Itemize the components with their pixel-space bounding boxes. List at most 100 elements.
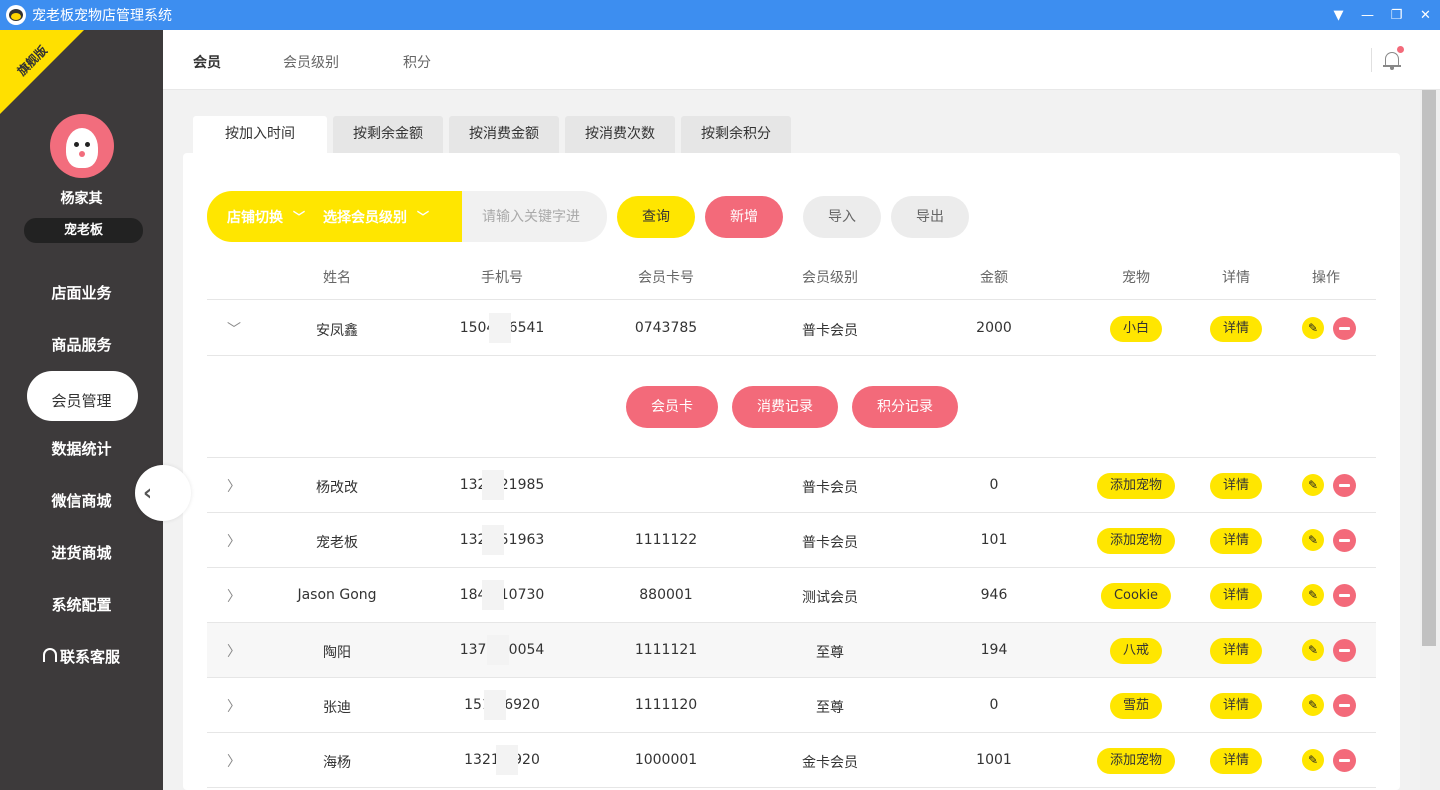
sidebar-item-store-business[interactable]: 店面业务 <box>0 266 163 318</box>
row-expanded-panel: 会员卡 消费记录 积分记录 <box>207 356 1376 458</box>
masked-digits <box>496 745 518 775</box>
store-switch-select[interactable]: 店铺切换 ﹀ <box>227 207 305 227</box>
sidebar-item-statistics[interactable]: 数据统计 <box>0 422 163 474</box>
points-record-button[interactable]: 积分记录 <box>852 386 958 428</box>
import-button[interactable]: 导入 <box>803 196 881 238</box>
delete-icon[interactable] <box>1333 694 1356 717</box>
app-logo-icon <box>6 5 26 25</box>
delete-icon[interactable] <box>1333 584 1356 607</box>
delete-icon[interactable] <box>1333 749 1356 772</box>
table-row[interactable]: 〉 杨改改 132 321985 普卡会员 0 添加宠物 详情 ✎ <box>207 458 1376 513</box>
detail-button[interactable]: 详情 <box>1209 583 1263 609</box>
sidebar-item-customer-service[interactable]: 联系客服 <box>0 630 163 682</box>
col-pet: 宠物 <box>1122 270 1150 286</box>
chevron-right-icon[interactable]: 〉 <box>227 696 241 716</box>
delete-icon[interactable] <box>1333 474 1356 497</box>
add-pet-button[interactable]: 添加宠物 <box>1096 748 1176 774</box>
scrollbar-thumb[interactable] <box>1422 90 1436 646</box>
sort-tab-remaining-balance[interactable]: 按剩余金额 <box>333 116 443 153</box>
chevron-down-icon: ﹀ <box>417 210 430 224</box>
chevron-right-icon[interactable]: 〉 <box>227 586 241 606</box>
table-row[interactable]: 〉 海杨 1321 1920 1000001 金卡会员 1001 添加宠物 详情… <box>207 733 1376 788</box>
detail-button[interactable]: 详情 <box>1209 748 1263 774</box>
sort-tabs: 按加入时间 按剩余金额 按消费金额 按消费次数 按剩余积分 <box>193 116 797 153</box>
filter-bar: 店铺切换 ﹀ 选择会员级别 ﹀ <box>207 191 607 242</box>
table-row[interactable]: ﹀ 安凤鑫 1504 96541 0743785 普卡会员 2000 小白 详情… <box>207 301 1376 356</box>
member-card-button[interactable]: 会员卡 <box>626 386 718 428</box>
filter-selects: 店铺切换 ﹀ 选择会员级别 ﹀ <box>207 191 462 242</box>
sidebar-item-purchase-mall[interactable]: 进货商城 <box>0 526 163 578</box>
masked-digits <box>489 313 511 343</box>
consumption-record-button[interactable]: 消费记录 <box>732 386 838 428</box>
col-actions: 操作 <box>1312 270 1340 286</box>
tab-member[interactable]: 会员 <box>193 52 221 72</box>
delete-icon[interactable] <box>1333 317 1356 340</box>
pencil-icon[interactable]: ✎ <box>1302 749 1324 771</box>
tab-points[interactable]: 积分 <box>403 52 431 72</box>
tab-member-level[interactable]: 会员级别 <box>283 52 339 72</box>
sidebar-item-member-management[interactable]: 会员管理 <box>0 370 163 422</box>
table-row[interactable]: 〉 陶阳 1378 00054 1111121 至尊 194 八戒 详情 ✎ <box>207 623 1376 678</box>
pet-button[interactable]: 八戒 <box>1109 638 1163 664</box>
chevron-right-icon[interactable]: 〉 <box>227 531 241 551</box>
chevron-down-icon: ﹀ <box>293 210 306 224</box>
username: 杨家其 <box>60 191 103 207</box>
detail-button[interactable]: 详情 <box>1209 638 1263 664</box>
sidebar-collapse-button[interactable]: ‹ <box>135 465 191 521</box>
sidebar-item-system-config[interactable]: 系统配置 <box>0 578 163 630</box>
member-level-select[interactable]: 选择会员级别 ﹀ <box>323 207 429 227</box>
sidebar-item-goods-services[interactable]: 商品服务 <box>0 318 163 370</box>
minimize-icon[interactable]: — <box>1353 0 1382 30</box>
chevron-right-icon[interactable]: 〉 <box>227 751 241 771</box>
pencil-icon[interactable]: ✎ <box>1302 694 1324 716</box>
sort-tab-spending-amount[interactable]: 按消费金额 <box>449 116 559 153</box>
pencil-icon[interactable]: ✎ <box>1302 584 1324 606</box>
masked-digits <box>482 580 504 610</box>
table-header: 姓名 手机号 会员卡号 会员级别 金额 宠物 详情 操作 <box>207 252 1376 300</box>
pencil-icon[interactable]: ✎ <box>1302 317 1324 339</box>
pet-button[interactable]: Cookie <box>1100 583 1172 609</box>
masked-digits <box>482 470 504 500</box>
close-icon[interactable]: ✕ <box>1411 0 1440 30</box>
maximize-icon[interactable]: ❐ <box>1382 0 1411 30</box>
add-member-button[interactable]: 新增 <box>705 196 783 238</box>
store-badge[interactable]: 宠老板 <box>24 218 143 243</box>
pencil-icon[interactable]: ✎ <box>1302 474 1324 496</box>
table-row[interactable]: 〉 宠老板 132 351963 1111122 普卡会员 101 添加宠物 详… <box>207 513 1376 568</box>
add-pet-button[interactable]: 添加宠物 <box>1096 528 1176 554</box>
sort-tab-remaining-points[interactable]: 按剩余积分 <box>681 116 791 153</box>
pet-button[interactable]: 雪茄 <box>1109 693 1163 719</box>
col-phone: 手机号 <box>481 270 523 286</box>
title-bar: 宠老板宠物店管理系统 ▼ — ❐ ✕ <box>0 0 1440 30</box>
chevron-down-icon[interactable]: ﹀ <box>227 319 241 339</box>
col-name: 姓名 <box>323 270 351 286</box>
table-row[interactable]: 〉 Jason Gong 184 310730 880001 测试会员 946 … <box>207 568 1376 623</box>
table-row[interactable]: 〉 张迪 151 16920 1111120 至尊 0 雪茄 详情 ✎ <box>207 678 1376 733</box>
scrollbar[interactable] <box>1420 90 1440 790</box>
bell-icon[interactable] <box>1383 46 1404 70</box>
delete-icon[interactable] <box>1333 639 1356 662</box>
chevron-right-icon[interactable]: 〉 <box>227 476 241 496</box>
pencil-icon[interactable]: ✎ <box>1302 639 1324 661</box>
col-detail: 详情 <box>1222 270 1250 286</box>
add-pet-button[interactable]: 添加宠物 <box>1096 473 1176 499</box>
pet-button[interactable]: 小白 <box>1109 316 1163 342</box>
detail-button[interactable]: 详情 <box>1209 528 1263 554</box>
notification-dot <box>1397 46 1404 53</box>
detail-button[interactable]: 详情 <box>1209 693 1263 719</box>
sort-tab-spending-count[interactable]: 按消费次数 <box>565 116 675 153</box>
detail-button[interactable]: 详情 <box>1209 473 1263 499</box>
export-button[interactable]: 导出 <box>891 196 969 238</box>
keyword-search-input[interactable] <box>462 191 607 242</box>
top-tab-bar: 会员 会员级别 积分 <box>163 30 1440 90</box>
query-button[interactable]: 查询 <box>617 196 695 238</box>
delete-icon[interactable] <box>1333 529 1356 552</box>
chevron-right-icon[interactable]: 〉 <box>227 641 241 661</box>
sort-tab-join-time[interactable]: 按加入时间 <box>193 116 327 153</box>
pencil-icon[interactable]: ✎ <box>1302 529 1324 551</box>
detail-button[interactable]: 详情 <box>1209 316 1263 342</box>
avatar[interactable] <box>50 114 114 178</box>
sidebar: 旗舰版 杨家其 宠老板 店面业务 商品服务 会员管理 数据统计 微信商城 进货商… <box>0 30 163 790</box>
dropdown-icon[interactable]: ▼ <box>1324 0 1353 30</box>
window-controls: ▼ — ❐ ✕ <box>1324 0 1440 30</box>
